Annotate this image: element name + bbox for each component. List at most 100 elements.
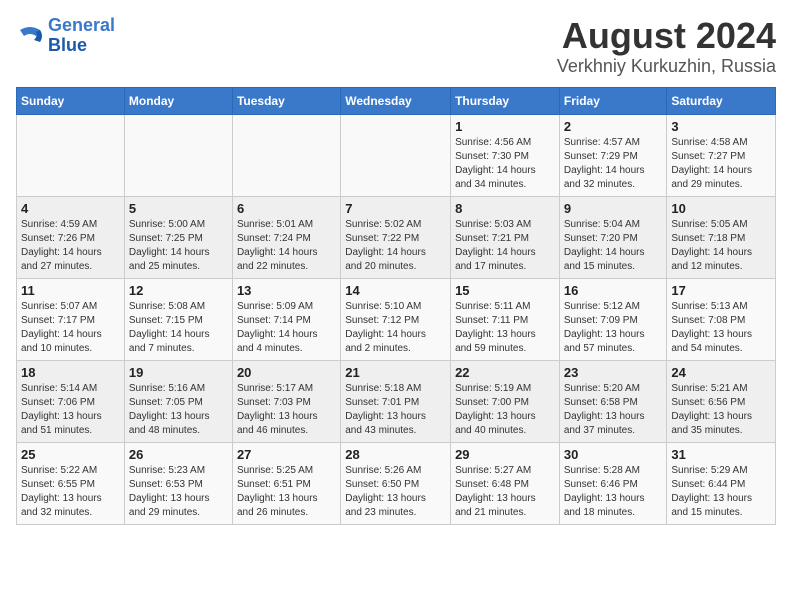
calendar-cell: 14Sunrise: 5:10 AMSunset: 7:12 PMDayligh… — [341, 278, 451, 360]
calendar-week-row: 11Sunrise: 5:07 AMSunset: 7:17 PMDayligh… — [17, 278, 776, 360]
day-info: Sunrise: 5:16 AMSunset: 7:05 PMDaylight:… — [129, 382, 228, 438]
calendar-cell: 15Sunrise: 5:11 AMSunset: 7:11 PMDayligh… — [451, 278, 560, 360]
day-info: Sunrise: 5:02 AMSunset: 7:22 PMDaylight:… — [345, 218, 446, 274]
day-number: 30 — [564, 447, 663, 462]
calendar-cell: 22 Sunrise: 5:19 AMSunset: 7:00 PMDayligh… — [451, 360, 560, 442]
day-number: 26 — [129, 447, 228, 462]
calendar-cell: 20Sunrise: 5:17 AMSunset: 7:03 PMDayligh… — [232, 360, 340, 442]
calendar-cell: 16 Sunrise: 5:12 AMSunset: 7:09 PMDayligh… — [559, 278, 667, 360]
day-info: Sunrise: 5:28 AMSunset: 6:46 PMDaylight:… — [564, 464, 663, 520]
weekday-header-sunday: Sunday — [17, 87, 125, 114]
weekday-header-thursday: Thursday — [451, 87, 560, 114]
day-number: 13 — [237, 283, 336, 298]
day-number: 21 — [345, 365, 446, 380]
day-number: 22 — [455, 365, 555, 380]
logo: General Blue — [16, 16, 115, 56]
day-number: 9 — [564, 201, 663, 216]
calendar-cell: 6 Sunrise: 5:01 AMSunset: 7:24 PMDaylight… — [232, 196, 340, 278]
calendar-cell: 9Sunrise: 5:04 AMSunset: 7:20 PMDaylight… — [559, 196, 667, 278]
weekday-header-saturday: Saturday — [667, 87, 776, 114]
calendar-cell — [341, 114, 451, 196]
day-info: Sunrise: 5:26 AMSunset: 6:50 PMDaylight:… — [345, 464, 446, 520]
day-number: 23 — [564, 365, 663, 380]
calendar-week-row: 1Sunrise: 4:56 AMSunset: 7:30 PMDaylight… — [17, 114, 776, 196]
calendar-cell: 21 Sunrise: 5:18 AMSunset: 7:01 PMDayligh… — [341, 360, 451, 442]
day-info: Sunrise: 5:00 AMSunset: 7:25 PMDaylight:… — [129, 218, 228, 274]
calendar-cell: 18 Sunrise: 5:14 AMSunset: 7:06 PMDayligh… — [17, 360, 125, 442]
day-number: 6 — [237, 201, 336, 216]
day-number: 5 — [129, 201, 228, 216]
calendar-cell: 23 Sunrise: 5:20 AMSunset: 6:58 PMDayligh… — [559, 360, 667, 442]
day-number: 16 — [564, 283, 663, 298]
calendar-cell — [232, 114, 340, 196]
day-number: 10 — [671, 201, 771, 216]
logo-text: General Blue — [48, 16, 115, 56]
calendar-cell: 7 Sunrise: 5:02 AMSunset: 7:22 PMDaylight… — [341, 196, 451, 278]
calendar-title: August 2024 — [557, 16, 776, 56]
day-info: Sunrise: 5:23 AMSunset: 6:53 PMDaylight:… — [129, 464, 228, 520]
day-info: Sunrise: 4:58 AMSunset: 7:27 PMDaylight:… — [671, 136, 771, 192]
day-number: 24 — [671, 365, 771, 380]
weekday-header-tuesday: Tuesday — [232, 87, 340, 114]
day-number: 29 — [455, 447, 555, 462]
calendar-cell: 3 Sunrise: 4:58 AMSunset: 7:27 PMDaylight… — [667, 114, 776, 196]
day-number: 27 — [237, 447, 336, 462]
calendar-cell: 29 Sunrise: 5:27 AMSunset: 6:48 PMDayligh… — [451, 442, 560, 524]
day-info: Sunrise: 5:09 AMSunset: 7:14 PMDaylight:… — [237, 300, 336, 356]
calendar-cell: 24 Sunrise: 5:21 AMSunset: 6:56 PMDayligh… — [667, 360, 776, 442]
logo-icon — [16, 22, 44, 50]
calendar-cell: 10 Sunrise: 5:05 AMSunset: 7:18 PMDayligh… — [667, 196, 776, 278]
day-info: Sunrise: 5:21 AMSunset: 6:56 PMDaylight:… — [671, 382, 771, 438]
calendar-cell: 8 Sunrise: 5:03 AMSunset: 7:21 PMDaylight… — [451, 196, 560, 278]
day-number: 2 — [564, 119, 663, 134]
page-header: General Blue August 2024 Verkhniy Kurkuz… — [16, 16, 776, 77]
day-info: Sunrise: 5:20 AMSunset: 6:58 PMDaylight:… — [564, 382, 663, 438]
calendar-cell: 1Sunrise: 4:56 AMSunset: 7:30 PMDaylight… — [451, 114, 560, 196]
calendar-cell: 19 Sunrise: 5:16 AMSunset: 7:05 PMDayligh… — [124, 360, 232, 442]
day-number: 25 — [21, 447, 120, 462]
weekday-header-wednesday: Wednesday — [341, 87, 451, 114]
calendar-cell: 25Sunrise: 5:22 AMSunset: 6:55 PMDayligh… — [17, 442, 125, 524]
calendar-cell: 26 Sunrise: 5:23 AMSunset: 6:53 PMDayligh… — [124, 442, 232, 524]
weekday-header-row: SundayMondayTuesdayWednesdayThursdayFrid… — [17, 87, 776, 114]
day-info: Sunrise: 4:59 AMSunset: 7:26 PMDaylight:… — [21, 218, 120, 274]
day-number: 3 — [671, 119, 771, 134]
calendar-cell: 2 Sunrise: 4:57 AMSunset: 7:29 PMDaylight… — [559, 114, 667, 196]
day-info: Sunrise: 5:08 AMSunset: 7:15 PMDaylight:… — [129, 300, 228, 356]
calendar-cell: 5 Sunrise: 5:00 AMSunset: 7:25 PMDaylight… — [124, 196, 232, 278]
calendar-week-row: 4Sunrise: 4:59 AMSunset: 7:26 PMDaylight… — [17, 196, 776, 278]
day-info: Sunrise: 5:03 AMSunset: 7:21 PMDaylight:… — [455, 218, 555, 274]
calendar-cell — [17, 114, 125, 196]
day-info: Sunrise: 5:12 AMSunset: 7:09 PMDaylight:… — [564, 300, 663, 356]
day-info: Sunrise: 5:14 AMSunset: 7:06 PMDaylight:… — [21, 382, 120, 438]
day-number: 1 — [455, 119, 555, 134]
day-info: Sunrise: 5:18 AMSunset: 7:01 PMDaylight:… — [345, 382, 446, 438]
day-info: Sunrise: 5:27 AMSunset: 6:48 PMDaylight:… — [455, 464, 555, 520]
day-info: Sunrise: 5:01 AMSunset: 7:24 PMDaylight:… — [237, 218, 336, 274]
weekday-header-friday: Friday — [559, 87, 667, 114]
day-number: 12 — [129, 283, 228, 298]
calendar-cell: 27 Sunrise: 5:25 AMSunset: 6:51 PMDayligh… — [232, 442, 340, 524]
day-info: Sunrise: 5:25 AMSunset: 6:51 PMDaylight:… — [237, 464, 336, 520]
calendar-table: SundayMondayTuesdayWednesdayThursdayFrid… — [16, 87, 776, 525]
day-number: 31 — [671, 447, 771, 462]
day-info: Sunrise: 5:10 AMSunset: 7:12 PMDaylight:… — [345, 300, 446, 356]
calendar-week-row: 25Sunrise: 5:22 AMSunset: 6:55 PMDayligh… — [17, 442, 776, 524]
day-number: 8 — [455, 201, 555, 216]
day-info: Sunrise: 4:57 AMSunset: 7:29 PMDaylight:… — [564, 136, 663, 192]
calendar-cell: 4Sunrise: 4:59 AMSunset: 7:26 PMDaylight… — [17, 196, 125, 278]
day-info: Sunrise: 5:13 AMSunset: 7:08 PMDaylight:… — [671, 300, 771, 356]
calendar-cell — [124, 114, 232, 196]
calendar-subtitle: Verkhniy Kurkuzhin, Russia — [557, 56, 776, 77]
calendar-cell: 13 Sunrise: 5:09 AMSunset: 7:14 PMDayligh… — [232, 278, 340, 360]
day-number: 7 — [345, 201, 446, 216]
day-number: 17 — [671, 283, 771, 298]
calendar-week-row: 18 Sunrise: 5:14 AMSunset: 7:06 PMDayligh… — [17, 360, 776, 442]
day-info: Sunrise: 5:17 AMSunset: 7:03 PMDaylight:… — [237, 382, 336, 438]
day-number: 18 — [21, 365, 120, 380]
day-number: 19 — [129, 365, 228, 380]
day-info: Sunrise: 5:05 AMSunset: 7:18 PMDaylight:… — [671, 218, 771, 274]
day-info: Sunrise: 5:11 AMSunset: 7:11 PMDaylight:… — [455, 300, 555, 356]
calendar-cell: 12 Sunrise: 5:08 AMSunset: 7:15 PMDayligh… — [124, 278, 232, 360]
day-info: Sunrise: 5:19 AMSunset: 7:00 PMDaylight:… — [455, 382, 555, 438]
